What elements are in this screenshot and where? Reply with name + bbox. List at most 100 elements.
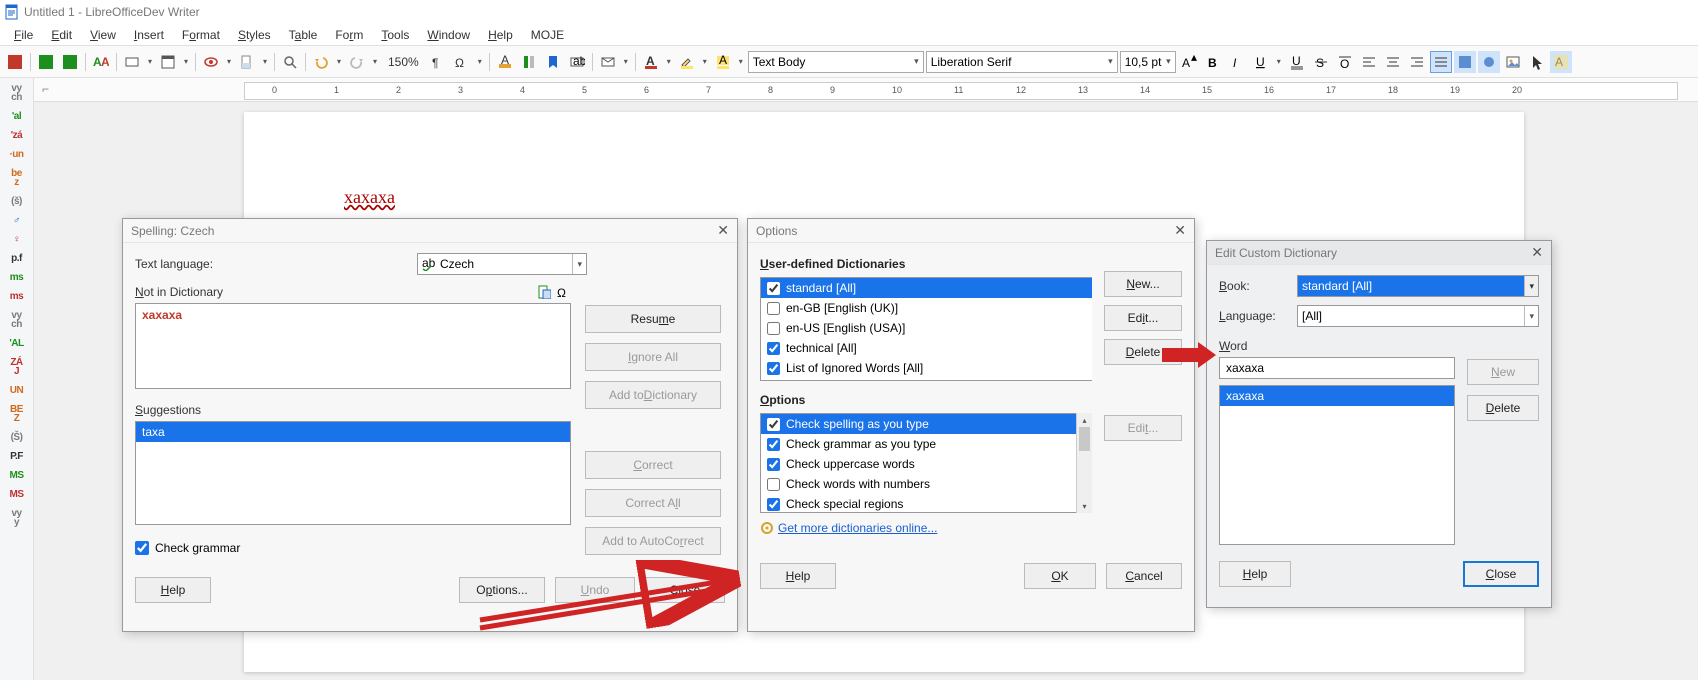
paragraph-style-combo[interactable]: Text Body▾ — [748, 51, 924, 73]
sidebar-chip[interactable]: be z — [11, 169, 22, 187]
spelling-close-icon[interactable]: ✕ — [717, 222, 729, 239]
word-list[interactable]: xaxaxa — [1219, 385, 1455, 545]
tool-font-color[interactable]: A — [640, 51, 662, 73]
custom-dict-close-icon[interactable]: ✕ — [1531, 244, 1543, 261]
add-to-autocorrect-button[interactable]: Add to AutoCorrect — [585, 527, 721, 555]
option-row[interactable]: Check uppercase words — [761, 454, 1076, 474]
paste-special-icon[interactable] — [537, 285, 551, 299]
sidebar-chip[interactable]: MS — [10, 471, 24, 480]
custom-delete-button[interactable]: Delete — [1467, 395, 1539, 421]
options-title-bar[interactable]: Options ✕ — [748, 219, 1194, 243]
custom-help-button[interactable]: Help — [1219, 561, 1291, 587]
menu-table[interactable]: Table — [281, 26, 326, 44]
word-input[interactable] — [1219, 357, 1455, 379]
dict-row[interactable]: en-GB [English (UK)] — [761, 298, 1092, 318]
dict-row[interactable]: en-US [English (USA)] — [761, 318, 1092, 338]
custom-close-button[interactable]: Close — [1463, 561, 1539, 587]
tool-image[interactable] — [1502, 51, 1524, 73]
options-ok-button[interactable]: OK — [1024, 563, 1096, 589]
sidebar-chip[interactable]: p.f — [11, 254, 22, 263]
option-row[interactable]: Check spelling as you type — [761, 414, 1076, 434]
tool-char-bg[interactable]: A — [712, 51, 734, 73]
tool-field[interactable]: ab — [566, 51, 588, 73]
tool-envelope[interactable] — [597, 51, 619, 73]
sidebar-chip[interactable]: 'AL — [9, 339, 23, 348]
menu-tools[interactable]: Tools — [373, 26, 417, 44]
opts-edit-button[interactable]: Edit... — [1104, 415, 1182, 441]
tool-dbl-underline[interactable]: U — [1286, 51, 1308, 73]
tool-align-center[interactable] — [1382, 51, 1404, 73]
tool-char-bg-drop[interactable]: ▾ — [736, 57, 746, 66]
user-dict-list[interactable]: standard [All]en-GB [English (UK)]en-US … — [760, 277, 1092, 381]
tool-font-color-drop[interactable]: ▾ — [664, 57, 674, 66]
tool-find-replace[interactable]: AA — [90, 51, 112, 73]
option-checkbox[interactable] — [767, 458, 780, 471]
sidebar-chip[interactable]: P.F — [10, 452, 23, 461]
sidebar-chip[interactable]: vy ch — [11, 84, 22, 102]
sidebar-chip[interactable]: 'al — [12, 112, 21, 121]
tool-cursor[interactable] — [1526, 51, 1548, 73]
tool-cal-drop[interactable]: ▾ — [181, 57, 191, 66]
check-grammar-input[interactable] — [135, 541, 149, 555]
tool-undo-drop[interactable]: ▾ — [334, 57, 344, 66]
suggestions-list[interactable]: taxa — [135, 421, 571, 525]
options-list[interactable]: Check spelling as you typeCheck grammar … — [760, 413, 1076, 513]
option-row[interactable]: Check special regions — [761, 494, 1076, 513]
tool-align-right[interactable] — [1406, 51, 1428, 73]
custom-new-button[interactable]: New — [1467, 359, 1539, 385]
get-dictionaries-link[interactable]: Get more dictionaries online... — [778, 521, 937, 535]
dict-checkbox[interactable] — [767, 302, 780, 315]
sidebar-chip[interactable]: ms — [10, 292, 23, 301]
tool-insert-col[interactable] — [518, 51, 540, 73]
tool-eye[interactable] — [200, 51, 222, 73]
font-name-combo[interactable]: Liberation Serif▾ — [926, 51, 1118, 73]
tool-env-drop[interactable]: ▾ — [621, 57, 631, 66]
tool-highlight-drop[interactable]: ▾ — [700, 57, 710, 66]
option-row[interactable]: Check grammar as you type — [761, 434, 1076, 454]
sidebar-chip[interactable]: (š) — [11, 197, 22, 206]
correct-all-button[interactable]: Correct All — [585, 489, 721, 517]
menu-view[interactable]: View — [82, 26, 124, 44]
menu-format[interactable]: Format — [174, 26, 228, 44]
option-checkbox[interactable] — [767, 418, 780, 431]
tool-redo[interactable] — [346, 51, 368, 73]
dict-checkbox[interactable] — [767, 362, 780, 375]
menu-form[interactable]: Form — [327, 26, 371, 44]
language-combo[interactable]: [All]▾ — [1297, 305, 1539, 327]
tool-align-justify[interactable] — [1430, 51, 1452, 73]
menu-moje[interactable]: MOJE — [523, 26, 572, 44]
spelling-undo-button[interactable]: Undo — [555, 577, 635, 603]
sidebar-chip[interactable]: ♀ — [13, 235, 20, 244]
menu-help[interactable]: Help — [480, 26, 521, 44]
tool-new-green[interactable] — [35, 51, 57, 73]
tool-increase-font[interactable]: A▴ — [1178, 51, 1200, 73]
options-scrollbar[interactable]: ▴▾ — [1076, 413, 1092, 513]
tool-doc-sel[interactable] — [236, 51, 258, 73]
dict-row[interactable]: List of Ignored Words [All] — [761, 358, 1092, 378]
tool-pilcrow[interactable]: ¶ — [427, 51, 449, 73]
dict-checkbox[interactable] — [767, 282, 780, 295]
zoom-level[interactable]: 150% — [382, 55, 425, 69]
tool-doc-drop[interactable]: ▾ — [260, 57, 270, 66]
menu-window[interactable]: Window — [419, 26, 478, 44]
dict-delete-button[interactable]: Delete — [1104, 339, 1182, 365]
tool-align-left[interactable] — [1358, 51, 1380, 73]
word-row[interactable]: xaxaxa — [1220, 386, 1454, 406]
tool-strike[interactable]: S — [1310, 51, 1332, 73]
dict-row[interactable]: standard [All] — [761, 278, 1092, 298]
tool-new-green2[interactable] — [59, 51, 81, 73]
dict-new-button[interactable]: New... — [1104, 271, 1182, 297]
dict-edit-button[interactable]: Edit... — [1104, 305, 1182, 331]
tool-ext2[interactable] — [1478, 51, 1500, 73]
sidebar-chip[interactable]: ·un — [9, 150, 23, 159]
menu-file[interactable]: File — [6, 26, 41, 44]
menu-insert[interactable]: Insert — [126, 26, 172, 44]
tool-highlight-yellow[interactable]: A — [1550, 51, 1572, 73]
spelling-title-bar[interactable]: Spelling: Czech ✕ — [123, 219, 737, 243]
special-char-icon[interactable]: Ω — [557, 285, 571, 299]
tool-rect-drop[interactable]: ▾ — [145, 57, 155, 66]
spelling-close-button[interactable]: Close — [645, 577, 725, 603]
book-combo[interactable]: standard [All]▾ — [1297, 275, 1539, 297]
tool-bookmark[interactable] — [542, 51, 564, 73]
option-checkbox[interactable] — [767, 438, 780, 451]
